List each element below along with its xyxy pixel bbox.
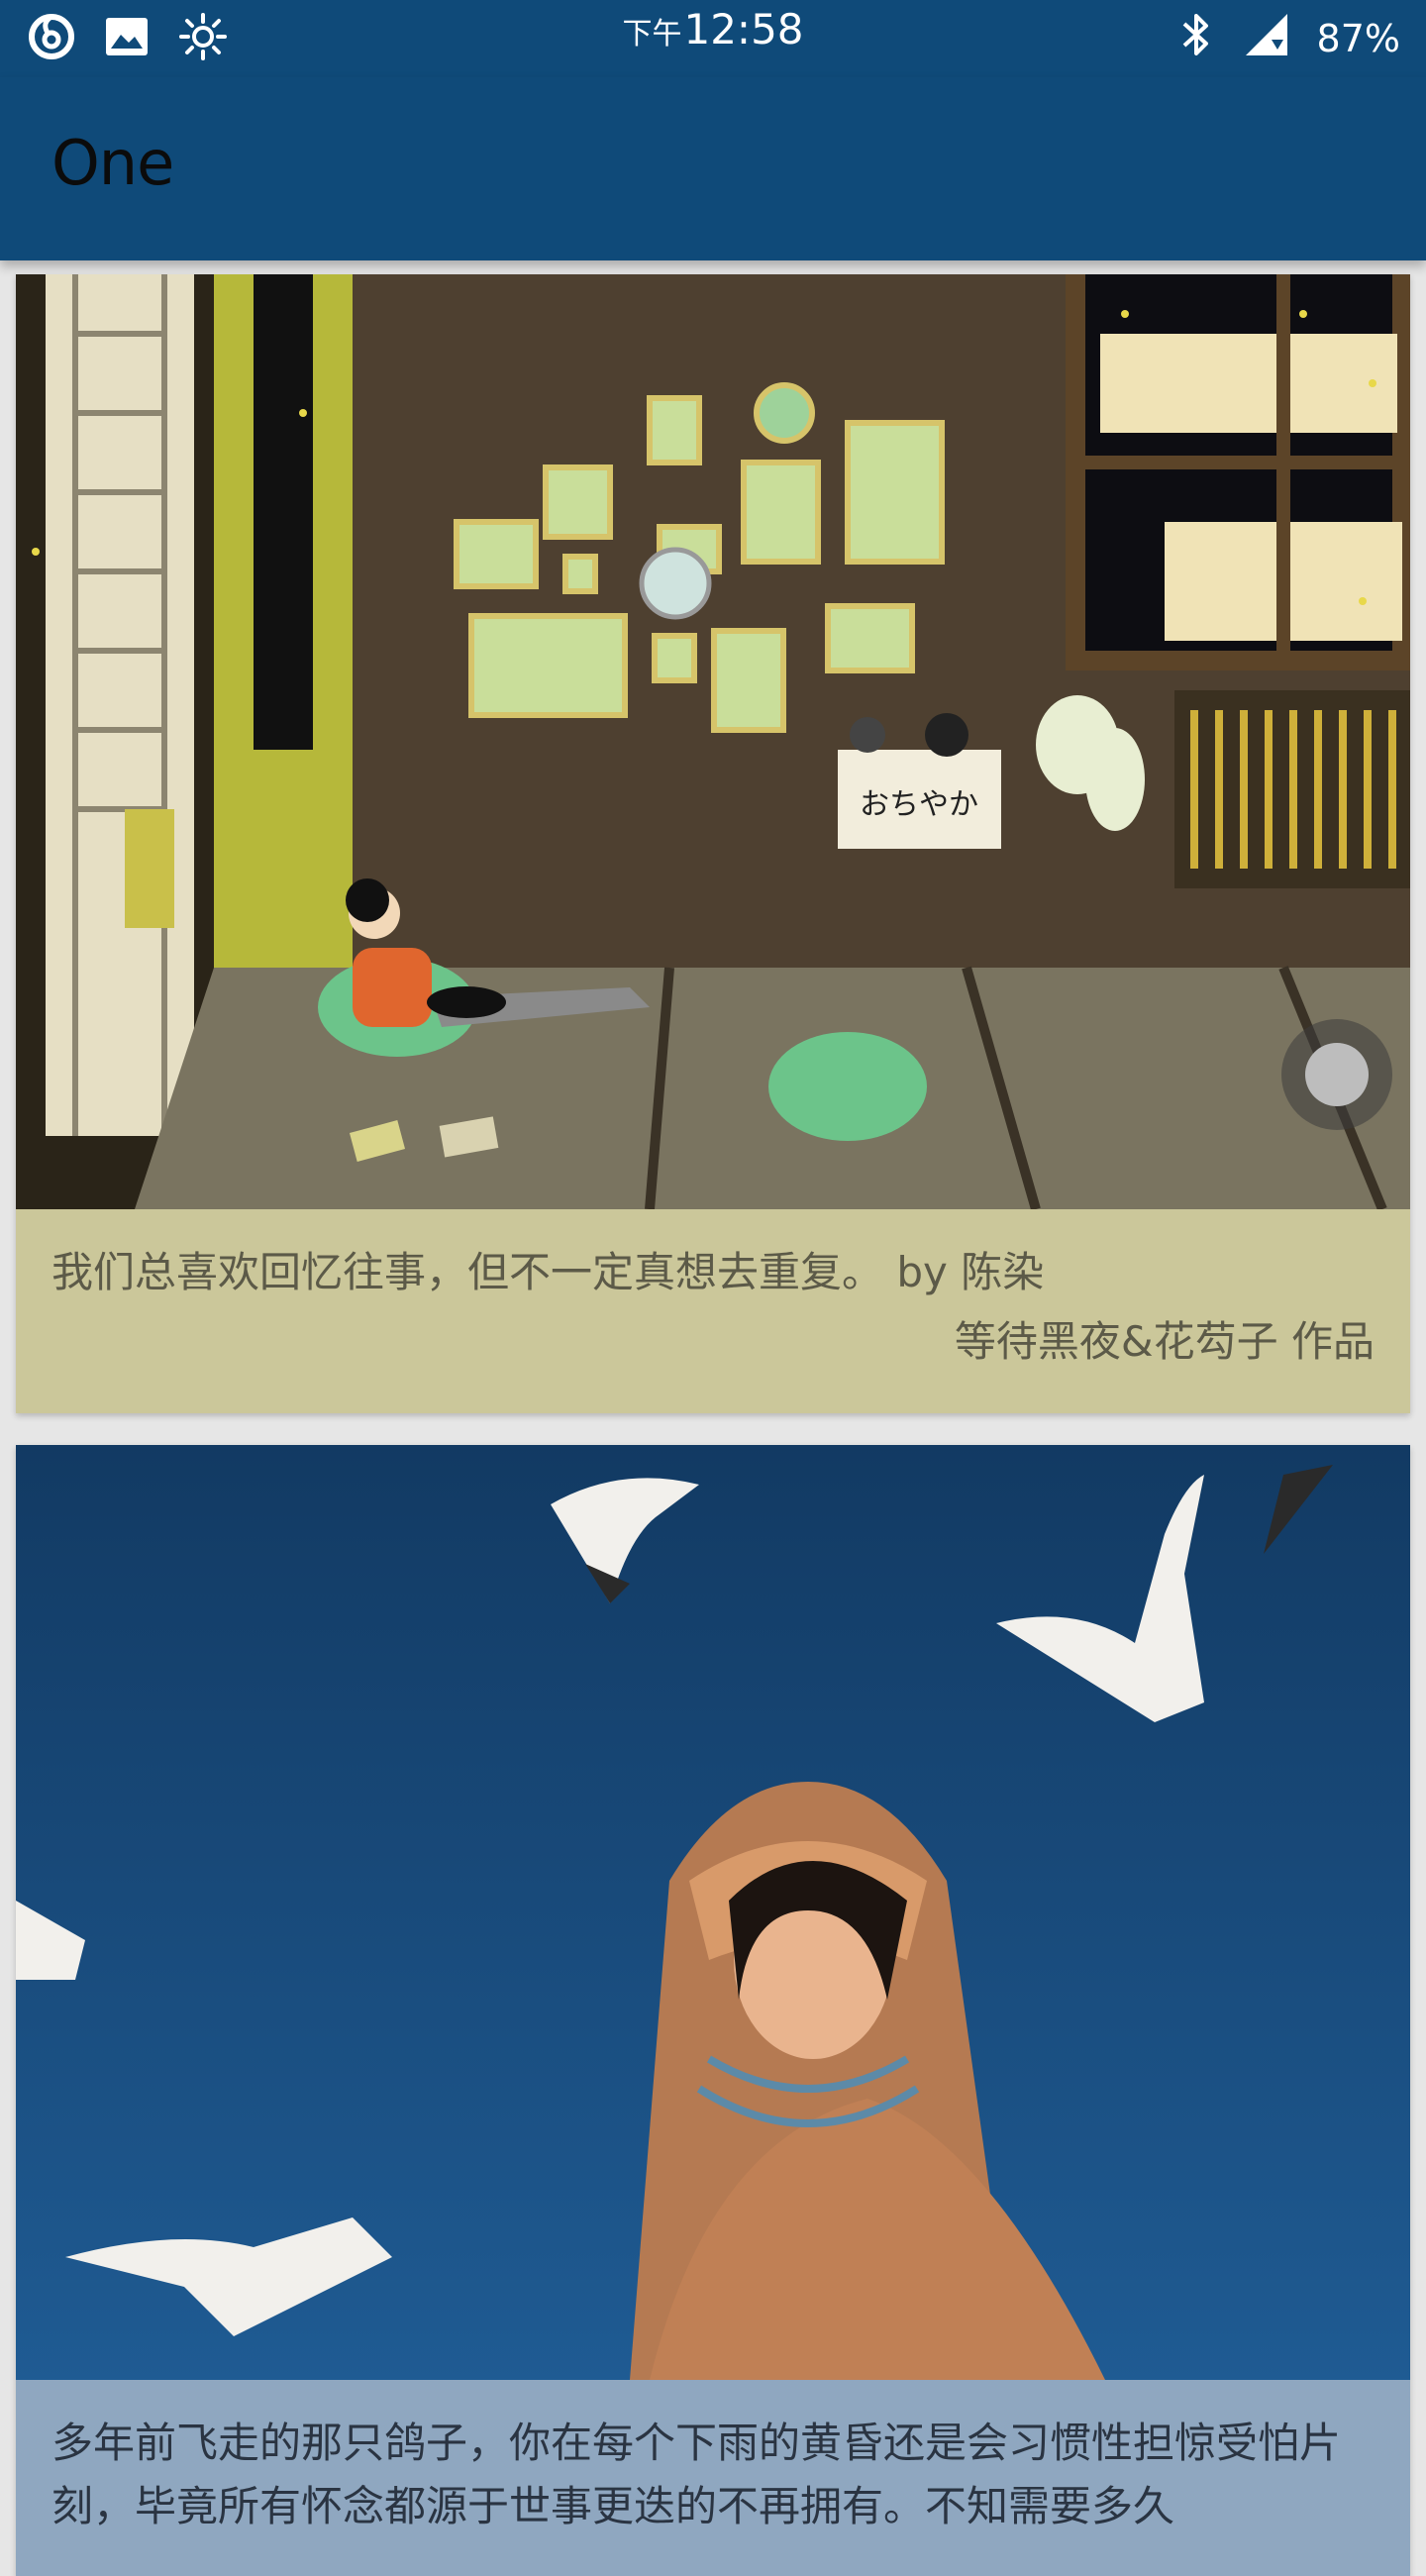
- feed-list[interactable]: おちやか 我们总喜欢回忆往事，但不一定真想去重复。 by 陈染 等待黑夜&花芶子…: [16, 274, 1410, 2576]
- svg-text:おちやか: おちやか: [860, 787, 978, 822]
- status-time: 12:58: [683, 5, 804, 53]
- app-bar: One: [0, 77, 1426, 260]
- battery-percent: 87%: [1316, 17, 1400, 60]
- card-text: 我们总喜欢回忆往事，但不一定真想去重复。 by 陈染 等待黑夜&花芶子 作品: [16, 1209, 1410, 1413]
- status-ampm: 下午: [622, 17, 682, 52]
- card-text: 多年前飞走的那只鸽子，你在每个下雨的黄昏还是会习惯性担惊受怕片刻，毕竟所有怀念都…: [16, 2380, 1410, 2576]
- signal-icon: [1242, 10, 1291, 68]
- status-icons-right: 87%: [1176, 10, 1400, 67]
- feed-card[interactable]: おちやか 我们总喜欢回忆往事，但不一定真想去重复。 by 陈染 等待黑夜&花芶子…: [16, 274, 1410, 1413]
- card-caption: 多年前飞走的那只鸽子，你在每个下雨的黄昏还是会习惯性担惊受怕片刻，毕竟所有怀念都…: [51, 2419, 1342, 2530]
- app-title: One: [51, 127, 174, 199]
- floating-handle-dot: [1305, 1043, 1369, 1106]
- feed-card[interactable]: 多年前飞走的那只鸽子，你在每个下雨的黄昏还是会习惯性担惊受怕片刻，毕竟所有怀念都…: [16, 1445, 1410, 2576]
- card-caption: 我们总喜欢回忆往事，但不一定真想去重复。 by 陈染: [51, 1248, 1045, 1296]
- card-photo[interactable]: [16, 1445, 1410, 2380]
- status-bar: 下午12:58 87%: [0, 0, 1426, 77]
- bluetooth-icon: [1176, 10, 1216, 68]
- card-illustration[interactable]: おちやか: [16, 274, 1410, 1209]
- floating-handle[interactable]: [1281, 1019, 1392, 1130]
- card-credit: 等待黑夜&花芶子 作品: [954, 1317, 1375, 1366]
